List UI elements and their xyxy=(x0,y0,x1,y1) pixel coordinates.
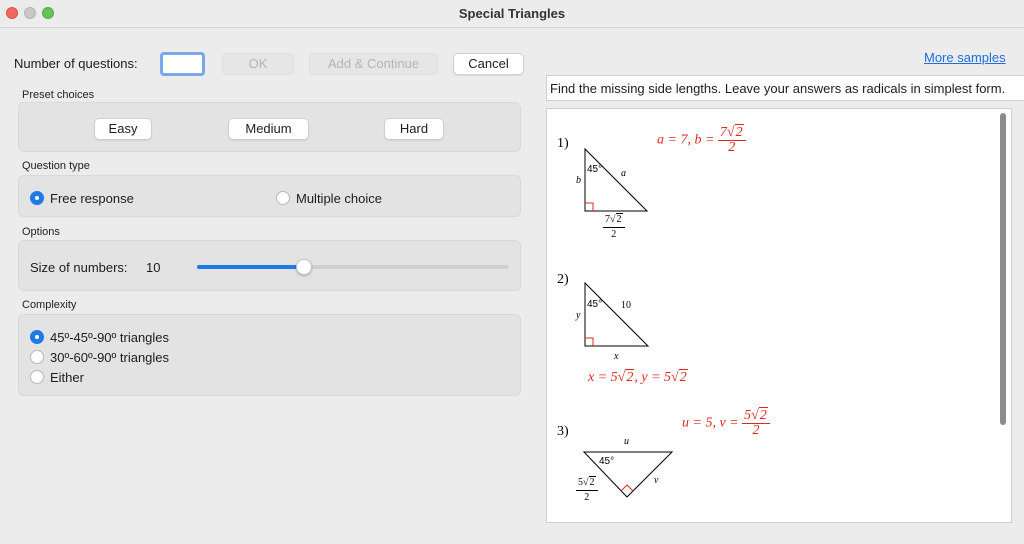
number-of-questions-input[interactable] xyxy=(160,52,205,76)
q3-right-label: v xyxy=(654,475,659,486)
preset-choices-title: Preset choices xyxy=(22,89,95,101)
complexity-45-45-90-label: 45º-45º-90º triangles xyxy=(50,330,170,345)
question-2-number: 2) xyxy=(557,272,569,287)
q1-hyp-label: a xyxy=(621,168,626,179)
triangle-drawings xyxy=(582,147,674,498)
easy-button[interactable]: Easy xyxy=(94,118,152,140)
triangle-q2 xyxy=(584,281,650,347)
q2-leg-label: y xyxy=(576,310,581,321)
free-response-radio[interactable] xyxy=(30,191,44,205)
complexity-either-label: Either xyxy=(50,370,84,385)
complexity-45-45-90-radio[interactable] xyxy=(30,330,44,344)
preview-scrollbar[interactable] xyxy=(998,111,1008,519)
q1-leg-label: b xyxy=(576,175,581,186)
window-title: Special Triangles xyxy=(458,6,566,21)
complexity-either-radio[interactable] xyxy=(30,370,44,384)
size-slider-knob[interactable] xyxy=(296,259,312,275)
q2-hyp-label: 10 xyxy=(621,300,631,311)
medium-button[interactable]: Medium xyxy=(228,118,309,140)
complexity-30-60-90-radio[interactable] xyxy=(30,350,44,364)
q3-top-label: u xyxy=(624,436,629,447)
title-bar: Special Triangles xyxy=(0,0,1024,28)
q1-base-label: 7√2 2 xyxy=(603,213,625,242)
add-continue-button[interactable]: Add & Continue xyxy=(309,53,438,75)
question-1-number: 1) xyxy=(557,136,569,151)
question-type-title: Question type xyxy=(22,160,90,172)
more-samples-link[interactable]: More samples xyxy=(924,50,1006,65)
complexity-30-60-90-label: 30º-60º-90º triangles xyxy=(50,350,170,365)
number-of-questions-label: Number of questions: xyxy=(14,56,138,71)
preview-scrollbar-thumb[interactable] xyxy=(1000,113,1006,425)
options-title: Options xyxy=(22,226,60,238)
free-response-label: Free response xyxy=(50,191,134,206)
size-slider-fill xyxy=(197,265,304,269)
complexity-title: Complexity xyxy=(22,299,77,311)
cancel-button[interactable]: Cancel xyxy=(453,53,524,75)
q1-angle-label: 45° xyxy=(587,164,603,175)
question-3-number: 3) xyxy=(557,424,569,439)
multiple-choice-label: Multiple choice xyxy=(296,191,382,206)
q2-angle-label: 45° xyxy=(587,299,603,310)
size-of-numbers-label: Size of numbers: xyxy=(30,260,128,275)
q1-answer: a = 7, b = 7√2 2 xyxy=(657,124,746,155)
q2-base-label: x xyxy=(614,351,619,362)
q3-left-label: 5√2 2 xyxy=(576,476,598,505)
q2-answer: x = 5√2, y = 5√2 xyxy=(588,369,688,385)
triangle-q1 xyxy=(584,147,649,212)
preview-pane[interactable]: 1) 45° b a 7√2 2 a = 7, b = 7√2 2 2) 45° y… xyxy=(546,108,1012,523)
instructions-text: Find the missing side lengths. Leave you… xyxy=(546,75,1024,101)
ok-button[interactable]: OK xyxy=(222,53,294,75)
multiple-choice-radio[interactable] xyxy=(276,191,290,205)
hard-button[interactable]: Hard xyxy=(384,118,444,140)
size-of-numbers-value: 10 xyxy=(146,260,161,275)
q3-answer: u = 5, v = 5√2 2 xyxy=(682,407,770,438)
q3-angle-label: 45° xyxy=(599,456,615,467)
